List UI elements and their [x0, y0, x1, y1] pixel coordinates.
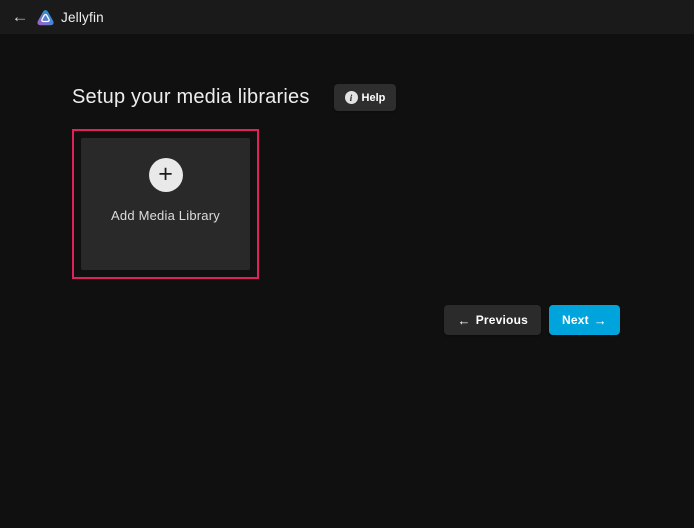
app-title: Jellyfin [61, 10, 104, 25]
previous-button-label: Previous [476, 313, 528, 327]
brand: Jellyfin [36, 8, 104, 27]
jellyfin-logo-icon [36, 8, 55, 27]
info-icon: i [345, 91, 358, 104]
header-bar: ← Jellyfin [0, 0, 694, 34]
add-media-library-card-inner: + Add Media Library [81, 138, 250, 270]
right-arrow-icon: → [594, 314, 607, 327]
help-button-label: Help [362, 92, 386, 104]
title-row: Setup your media libraries i Help [72, 84, 620, 111]
previous-button[interactable]: ← Previous [444, 305, 541, 335]
wizard-nav-row: ← Previous Next → [72, 305, 620, 335]
next-button-label: Next [562, 313, 589, 327]
plus-icon: + [149, 158, 183, 192]
back-button[interactable]: ← [6, 3, 34, 31]
back-arrow-icon: ← [12, 7, 29, 27]
page-title: Setup your media libraries [72, 86, 310, 109]
add-media-library-card[interactable]: + Add Media Library [72, 129, 259, 279]
help-button[interactable]: i Help [334, 84, 397, 111]
wizard-content: Setup your media libraries i Help + Add … [0, 84, 694, 335]
next-button[interactable]: Next → [549, 305, 620, 335]
left-arrow-icon: ← [457, 314, 470, 327]
add-media-library-label: Add Media Library [111, 208, 220, 223]
